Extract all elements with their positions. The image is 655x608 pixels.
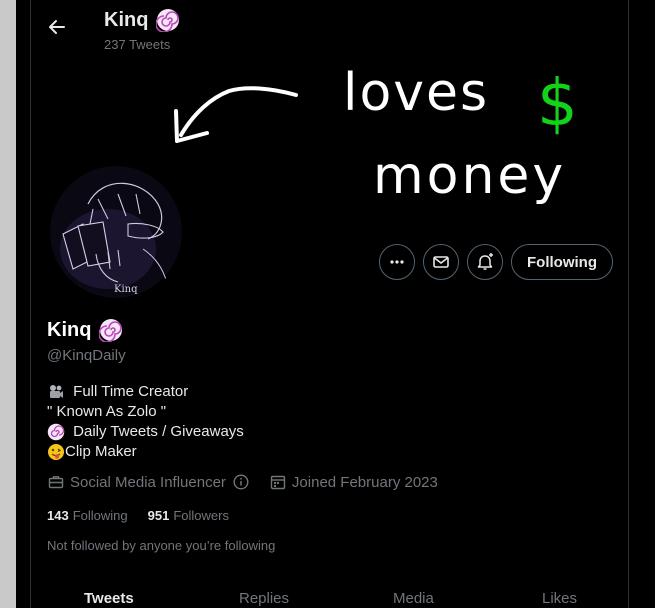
tab-tweets[interactable]: Tweets <box>84 590 134 607</box>
tab-media[interactable]: Media <box>393 590 434 607</box>
lollipop-icon <box>99 319 123 342</box>
profile-name: Kinq <box>47 318 92 341</box>
following-button[interactable]: Following <box>511 244 613 280</box>
back-button[interactable] <box>40 10 74 44</box>
profile-name-row: Kinq <box>47 318 123 342</box>
camera-icon <box>47 383 65 401</box>
banner-text-money: money <box>373 146 566 206</box>
briefcase-icon <box>47 473 65 491</box>
follow-counts: 143 Following 951 Followers <box>47 508 249 523</box>
not-followed-notice: Not followed by anyone you’re following <box>47 538 276 553</box>
bio-line: Full Time Creator <box>47 382 244 402</box>
tab-replies[interactable]: Replies <box>239 590 289 607</box>
lollipop-icon <box>156 9 180 32</box>
banner-text-loves: loves <box>343 63 489 123</box>
bio-line: " Known As Zolo " <box>47 403 167 420</box>
avatar-sketch: Kinq <box>50 166 182 298</box>
profile-meta: Social Media Influencer Joined February … <box>47 472 452 492</box>
bell-plus-icon <box>477 253 493 270</box>
banner-dollar: $ <box>537 67 578 141</box>
bio-line: Clip Maker <box>47 442 244 462</box>
profile-handle: @KinqDaily <box>47 347 126 364</box>
message-button[interactable] <box>423 244 459 280</box>
more-button[interactable] <box>379 244 415 280</box>
joined-item: Joined February 2023 <box>269 473 438 491</box>
tongue-emoji-icon <box>47 443 65 461</box>
followers-link[interactable]: 951 Followers <box>148 508 229 523</box>
header-name: Kinq <box>104 8 149 31</box>
info-icon[interactable] <box>232 473 250 491</box>
notify-button[interactable] <box>467 244 503 280</box>
avatar[interactable]: Kinq <box>48 164 184 300</box>
joined-text: Joined February 2023 <box>291 473 438 491</box>
avatar-signature: Kinq <box>114 284 138 295</box>
right-gutter <box>629 0 655 608</box>
tweet-count: 237 Tweets <box>104 37 171 52</box>
category-text: Social Media Influencer <box>70 473 226 491</box>
envelope-icon <box>433 256 449 268</box>
window-scrollbar[interactable] <box>0 0 16 608</box>
header-title: Kinq <box>104 8 180 32</box>
scrollbar-thumb[interactable] <box>0 0 16 608</box>
calendar-icon <box>269 473 287 491</box>
bio-line: Daily Tweets / Giveaways <box>47 422 244 442</box>
more-icon <box>390 260 404 264</box>
following-link[interactable]: 143 Following <box>47 508 128 523</box>
profile-bio: Full Time Creator " Known As Zolo " Dail… <box>47 382 244 462</box>
category-item: Social Media Influencer <box>47 473 255 491</box>
lollipop-icon <box>47 423 65 441</box>
tab-likes[interactable]: Likes <box>542 590 577 607</box>
arrow-left-icon <box>49 20 65 34</box>
